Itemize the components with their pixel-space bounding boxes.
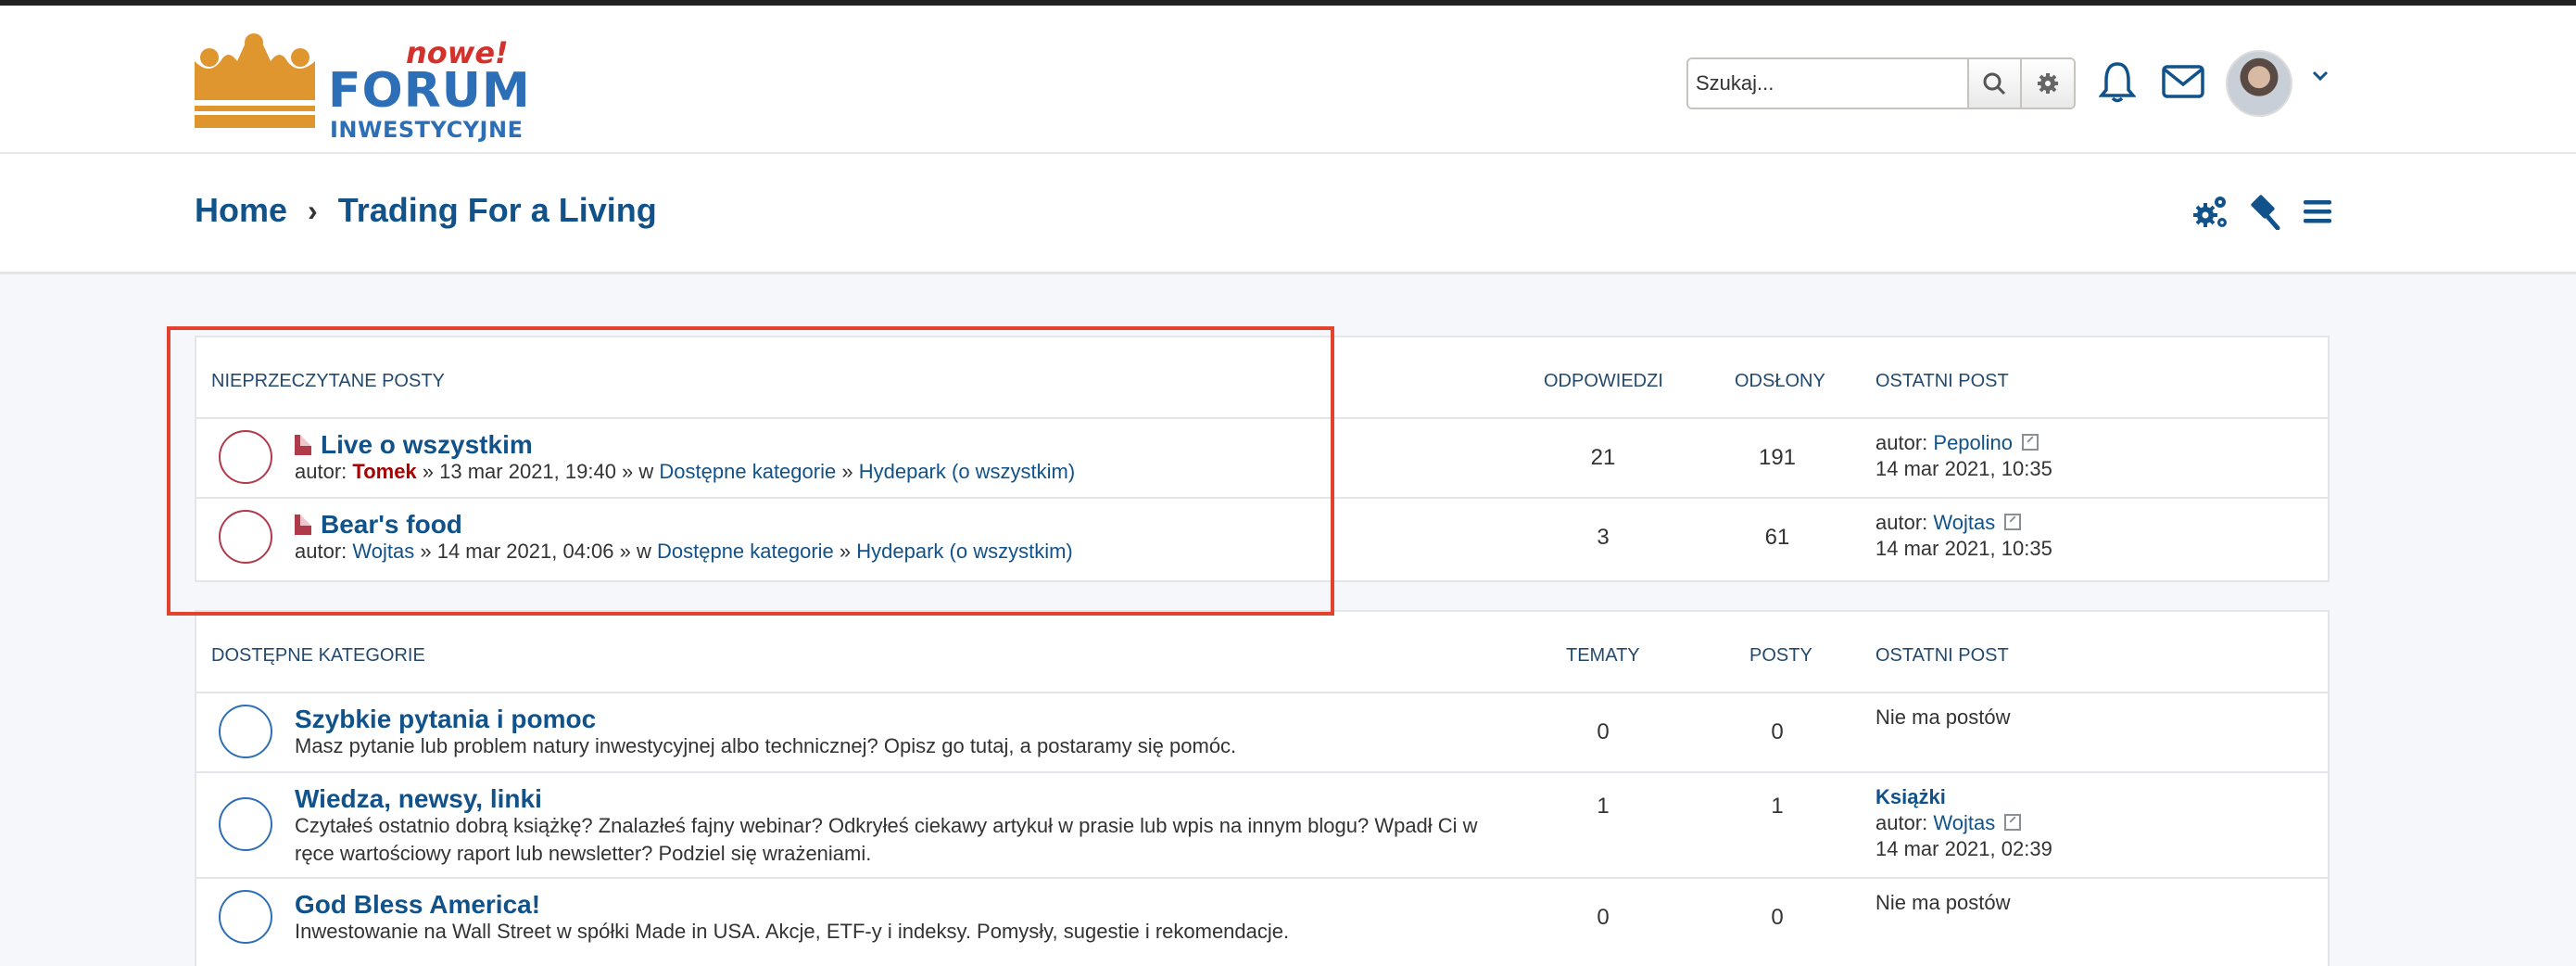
posts-count: 0 xyxy=(1771,719,1784,744)
breadcrumb: Home › Trading For a Living xyxy=(195,191,657,230)
views-column-header: ODSŁONY xyxy=(1735,371,1825,391)
no-posts-text: Nie ma postów xyxy=(1875,705,2011,729)
posts-count: 0 xyxy=(1771,905,1784,930)
categories-box: DOSTĘPNE KATEGORIE TEMATY POSTY OSTATNI … xyxy=(195,610,2330,966)
last-post-author[interactable]: Wojtas xyxy=(1933,811,1995,834)
moderator-cogs-icon xyxy=(2193,197,2227,227)
topics-count: 1 xyxy=(1597,794,1610,819)
last-post-info: Książki autor: Wojtas 14 mar 2021, 02:39 xyxy=(1875,784,2052,862)
forum-row: Wiedza, newsy, linki Czytałeś ostatnio d… xyxy=(196,773,2328,879)
chevron-down-icon xyxy=(2312,70,2329,82)
search-icon xyxy=(1983,72,2006,95)
posts-column-header: POSTY xyxy=(1749,645,1812,666)
messages-button[interactable] xyxy=(2161,61,2205,102)
forum-title[interactable]: Wiedza, newsy, linki xyxy=(295,784,542,814)
replies-column-header: ODPOWIEDZI xyxy=(1544,371,1663,391)
topics-column-header: TEMATY xyxy=(1566,645,1640,666)
gavel-icon xyxy=(2251,195,2280,231)
last-post-prefix: autor: xyxy=(1875,431,1928,454)
logo-subtitle-text: INWESTYCYJNE xyxy=(330,117,524,143)
main-menu-button[interactable] xyxy=(2302,193,2333,235)
site-header: nowe! FORUM INWESTYCYJNE xyxy=(0,6,2576,154)
admin-button[interactable] xyxy=(2246,193,2281,235)
forum-row: God Bless America! Inwestowanie na Wall … xyxy=(196,879,2328,959)
replies-count: 21 xyxy=(1590,445,1616,470)
envelope-icon xyxy=(2162,65,2204,98)
topics-count: 0 xyxy=(1597,905,1610,930)
search-input[interactable] xyxy=(1688,59,1967,108)
go-to-last-post-icon[interactable] xyxy=(2004,814,2022,831)
hamburger-menu-icon xyxy=(2304,200,2331,223)
posts-count: 1 xyxy=(1771,794,1784,819)
last-post-date: 14 mar 2021, 10:35 xyxy=(1875,457,2052,480)
last-post-column-header: OSTATNI POST xyxy=(1875,371,2009,391)
gear-icon xyxy=(2038,73,2059,94)
moderator-button[interactable] xyxy=(2192,193,2229,235)
read-forum-icon xyxy=(219,705,272,758)
user-menu-toggle[interactable] xyxy=(2311,67,2330,85)
views-count: 61 xyxy=(1764,525,1790,550)
forum-description: Inwestowanie na Wall Street w spółki Mad… xyxy=(295,920,1290,943)
breadcrumb-current[interactable]: Trading For a Living xyxy=(338,191,657,230)
highlight-annotation-box xyxy=(167,326,1334,616)
read-forum-icon xyxy=(219,797,272,851)
last-post-author[interactable]: Wojtas xyxy=(1933,511,1995,534)
logo-forum-text: FORUM xyxy=(328,63,531,119)
avatar[interactable] xyxy=(2226,50,2292,117)
navbar: Home › Trading For a Living xyxy=(0,154,2576,274)
forum-logo[interactable]: nowe! FORUM INWESTYCYJNE xyxy=(193,33,530,143)
search-box xyxy=(1686,57,2076,109)
last-post-date: 14 mar 2021, 02:39 xyxy=(1875,837,2052,860)
last-post-column-header: OSTATNI POST xyxy=(1875,645,2009,666)
go-to-last-post-icon[interactable] xyxy=(2004,514,2022,530)
last-post-info: autor: Pepolino 14 mar 2021, 10:35 xyxy=(1875,430,2052,482)
categories-header: DOSTĘPNE KATEGORIE TEMATY POSTY OSTATNI … xyxy=(196,612,2328,693)
replies-count: 3 xyxy=(1597,525,1610,550)
forum-description: Czytałeś ostatnio dobrą książkę? Znalazł… xyxy=(295,812,1478,868)
views-count: 191 xyxy=(1758,445,1797,470)
notifications-button[interactable] xyxy=(2096,57,2139,106)
last-post-topic[interactable]: Książki xyxy=(1875,785,1946,808)
breadcrumb-home[interactable]: Home xyxy=(195,191,287,230)
last-post-info: autor: Wojtas 14 mar 2021, 10:35 xyxy=(1875,510,2052,562)
read-forum-icon xyxy=(219,890,272,944)
forum-title[interactable]: Szybkie pytania i pomoc xyxy=(295,705,596,734)
crown-logo-icon xyxy=(195,33,315,128)
forum-description-line-2: ręce wartościowy raport lub newsletter? … xyxy=(295,842,872,865)
forum-title[interactable]: God Bless America! xyxy=(295,890,540,920)
categories-title: DOSTĘPNE KATEGORIE xyxy=(211,645,425,666)
forum-description: Masz pytanie lub problem natury inwestyc… xyxy=(295,734,1237,757)
last-post-date: 14 mar 2021, 10:35 xyxy=(1875,537,2052,560)
forum-description-line-1: Czytałeś ostatnio dobrą książkę? Znalazł… xyxy=(295,814,1478,837)
forum-row: Szybkie pytania i pomoc Masz pytanie lub… xyxy=(196,693,2328,773)
breadcrumb-separator: › xyxy=(308,193,318,227)
no-posts-text: Nie ma postów xyxy=(1875,891,2011,914)
advanced-search-button[interactable] xyxy=(2020,59,2074,108)
bell-icon xyxy=(2099,62,2136,103)
search-button[interactable] xyxy=(1966,59,2021,108)
last-post-prefix: autor: xyxy=(1875,511,1928,534)
topics-count: 0 xyxy=(1597,719,1610,744)
last-post-prefix: autor: xyxy=(1875,811,1928,834)
last-post-author[interactable]: Pepolino xyxy=(1933,431,2013,454)
go-to-last-post-icon[interactable] xyxy=(2022,434,2039,451)
